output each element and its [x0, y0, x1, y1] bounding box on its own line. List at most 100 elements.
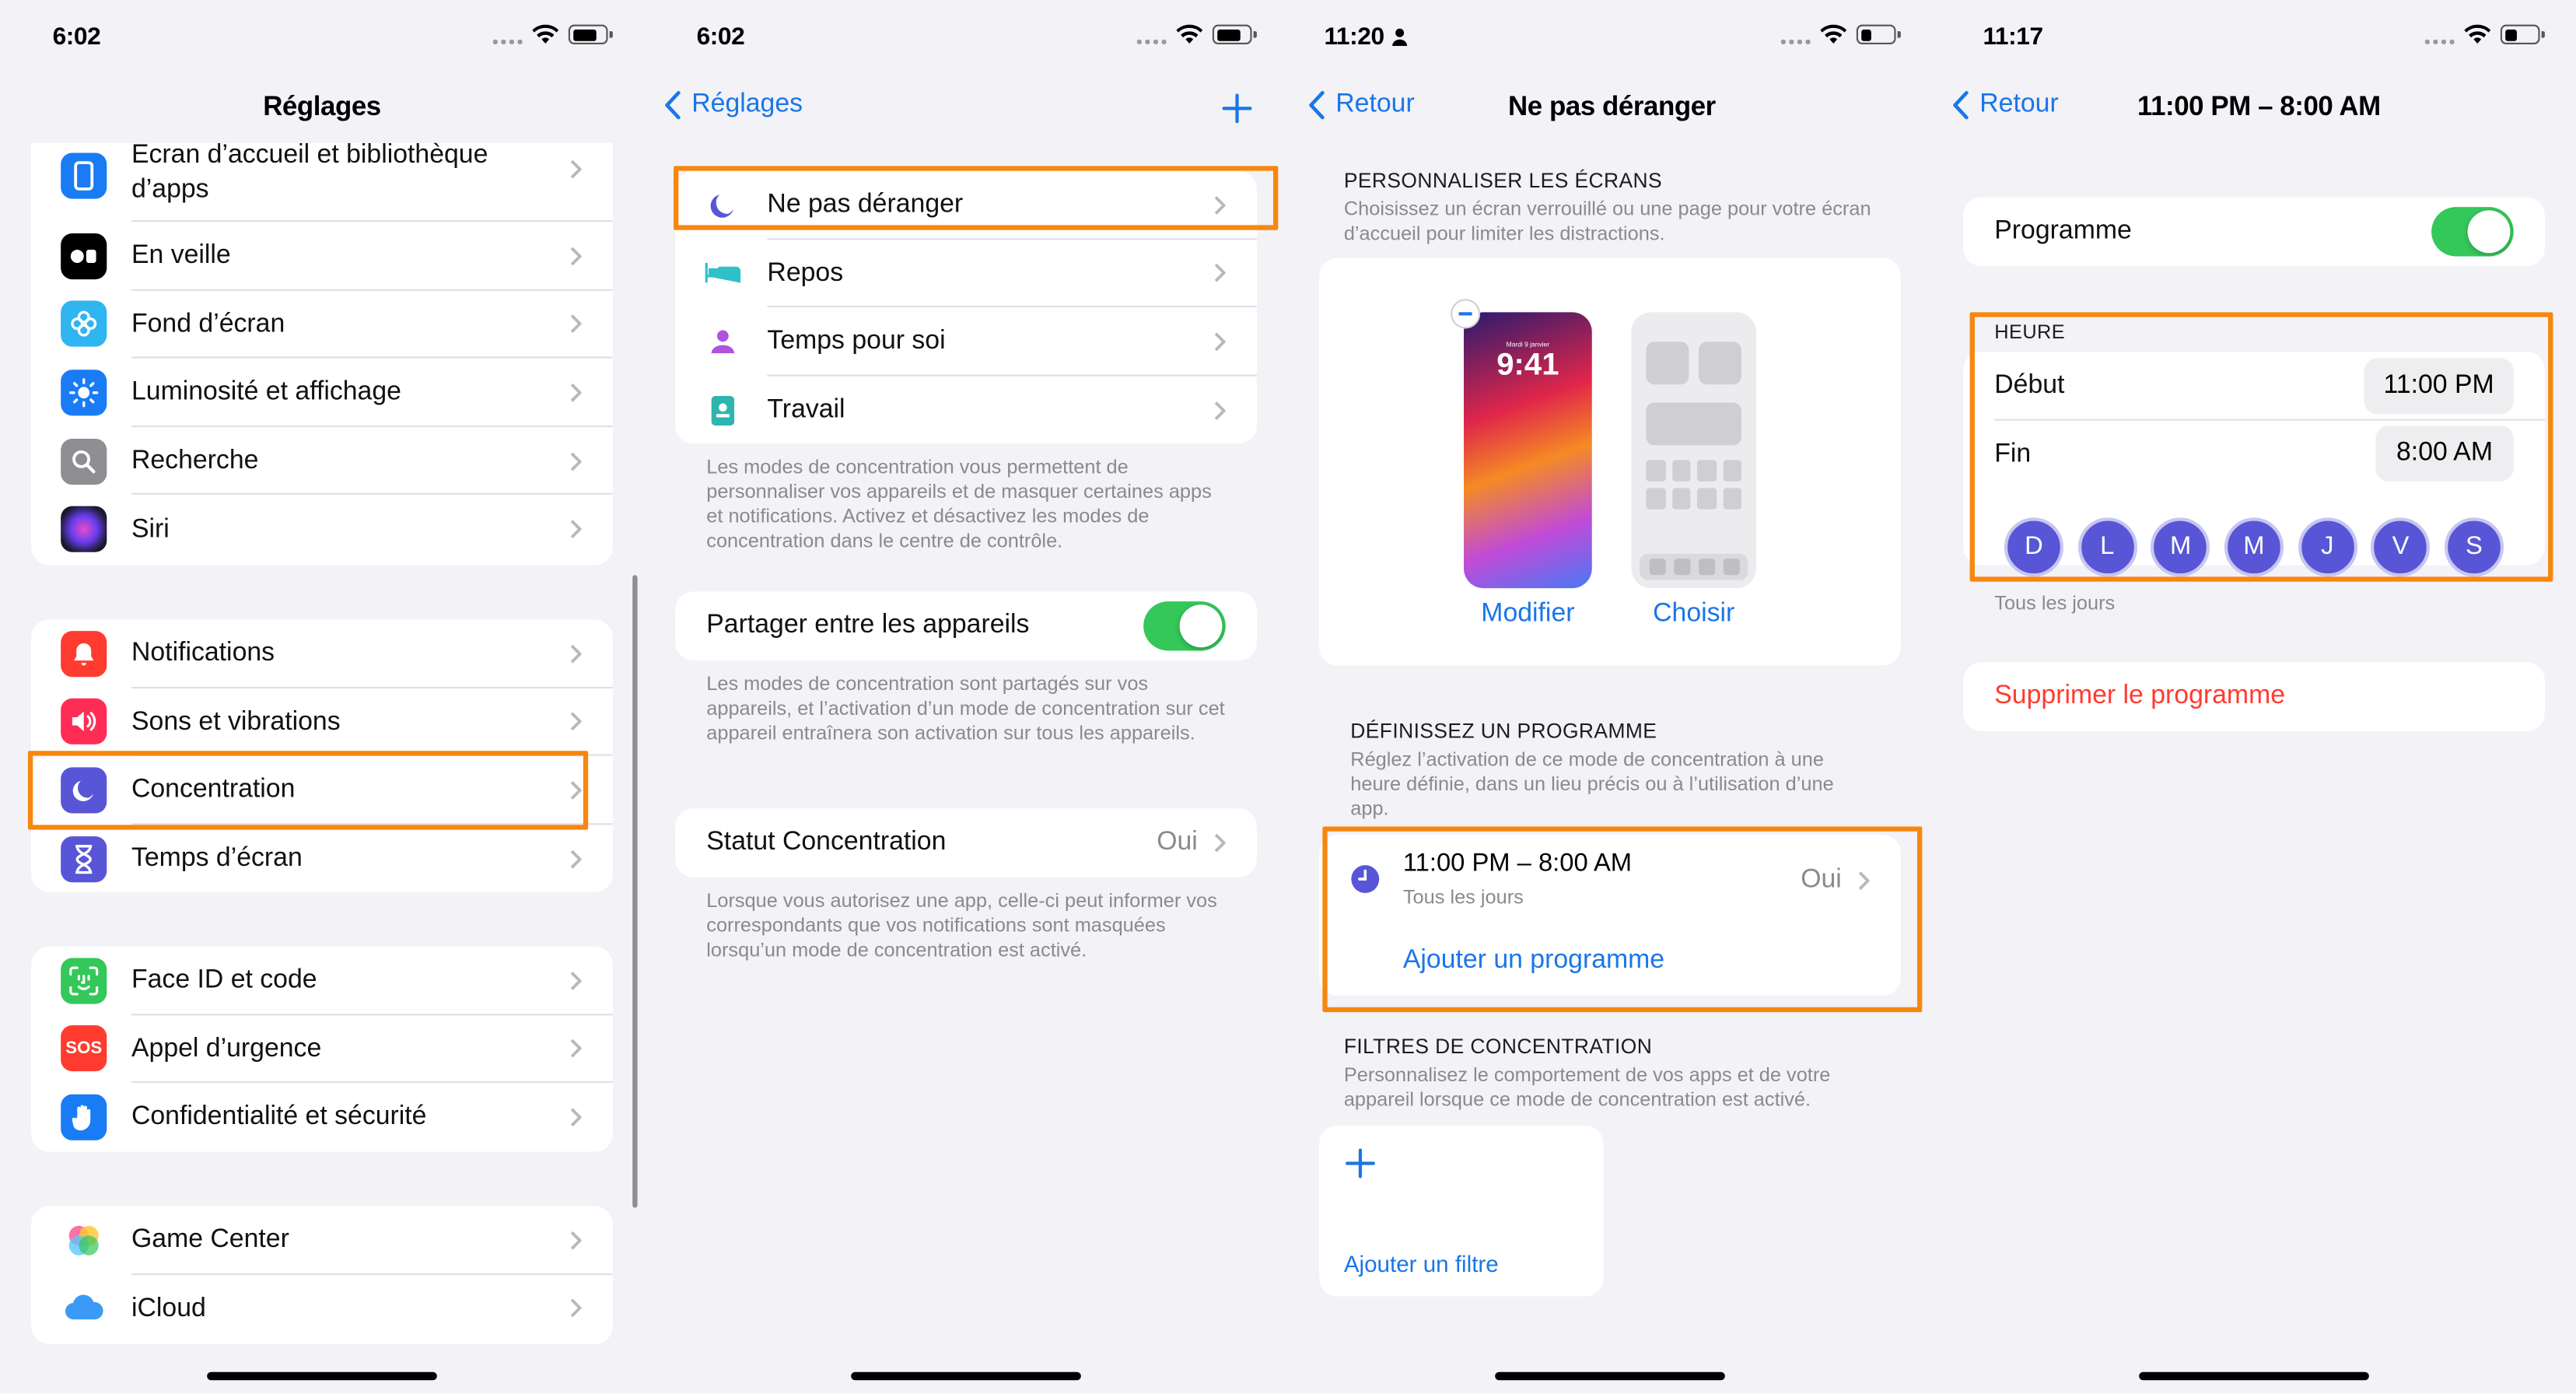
focus-mode-dnd[interactable]: Ne pas déranger [675, 171, 1257, 240]
person-icon [1391, 28, 1407, 47]
end-label: Fin [1994, 440, 2032, 468]
status-bar: 11:17 [1932, 0, 2576, 75]
status-time: 6:02 [52, 23, 101, 51]
notifications-icon [61, 630, 107, 677]
schedule-panel: 11:17 Retour 11:00 PM – 8:00 AM Programm… [1932, 0, 2576, 1394]
chevron-right-icon [1858, 871, 1870, 891]
settings-item-wallpaper[interactable]: Fond d’écran [31, 290, 613, 359]
share-devices-toggle[interactable] [1143, 601, 1226, 651]
day-toggle[interactable]: M [2224, 517, 2284, 577]
settings-item-game-center[interactable]: Game Center [31, 1206, 613, 1275]
chevron-right-icon [570, 520, 582, 539]
settings-item-search[interactable]: Recherche [31, 427, 613, 496]
program-group: Programme [1963, 197, 2545, 267]
screens-card: Mardi 9 janvier 9:41 Modifier Choisir [1319, 257, 1901, 666]
icloud-icon [61, 1285, 107, 1332]
signal-icon [1780, 25, 1811, 45]
chevron-left-icon [1953, 91, 1969, 120]
lock-screen-preview[interactable]: Mardi 9 janvier 9:41 [1464, 312, 1592, 589]
battery-icon [2500, 24, 2544, 45]
focus-modes-list: Ne pas déranger Repos Temps pour soi Tra… [675, 170, 1257, 444]
dnd-panel: 11:20 Retour Ne pas déranger PERSONNALIS… [1288, 0, 1933, 1394]
hour-card: Début 11:00 PM Fin 8:00 AM DLMMJVS [1963, 352, 2545, 577]
status-time: 6:02 [696, 23, 745, 51]
program-toggle[interactable] [2431, 207, 2514, 257]
add-filter-card[interactable]: Ajouter un filtre [1319, 1125, 1604, 1297]
status-time: 11:20 [1324, 23, 1407, 51]
lock-screen-date: Mardi 9 janvier [1506, 340, 1550, 348]
hand-icon [61, 1094, 107, 1140]
settings-item-focus[interactable]: Concentration [31, 756, 613, 825]
choose-button[interactable]: Choisir [1631, 600, 1756, 629]
page-title: Réglages [263, 92, 381, 122]
modify-button[interactable]: Modifier [1464, 600, 1592, 629]
focus-mode-work[interactable]: Travail [675, 376, 1257, 443]
settings-item-home-screen[interactable]: Écran d’accueil et bibliothèque d’apps [31, 143, 613, 222]
day-toggle[interactable]: M [2151, 517, 2210, 577]
back-label: Réglages [691, 90, 803, 119]
settings-item-brightness[interactable]: Luminosité et affichage [31, 359, 613, 427]
home-screen-preview[interactable] [1631, 312, 1756, 589]
back-label: Retour [1335, 90, 1415, 119]
settings-item-privacy[interactable]: Confidentialité et sécurité [31, 1083, 613, 1151]
status-bar: 6:02 [644, 0, 1288, 75]
settings-item-label: Concentration [131, 776, 296, 804]
hour-group: HEURE Début 11:00 PM Fin 8:00 AM DLMMJVS [1963, 312, 2545, 578]
add-schedule-button[interactable]: Ajouter un programme [1403, 947, 1664, 976]
signal-icon [1136, 25, 1167, 45]
day-toggle[interactable]: V [2371, 517, 2431, 577]
day-toggle[interactable]: S [2444, 517, 2504, 577]
focus-mode-personal[interactable]: Temps pour soi [675, 307, 1257, 377]
back-button[interactable]: Retour [1951, 90, 2059, 120]
scrollbar[interactable] [632, 575, 638, 1208]
bed-icon [705, 263, 741, 284]
day-toggle[interactable]: D [2004, 517, 2063, 577]
settings-item-screen-time[interactable]: Temps d’écran [31, 825, 613, 892]
settings-item-label: Recherche [131, 447, 259, 475]
share-devices-row: Partager entre les appareils [675, 591, 1257, 660]
delete-schedule-button[interactable]: Supprimer le programme [1963, 662, 2545, 730]
wifi-icon [532, 24, 559, 44]
section-header: DÉFINISSEZ UN PROGRAMME [1350, 720, 1657, 743]
hourglass-icon [61, 835, 107, 882]
settings-item-siri[interactable]: Siri [31, 496, 613, 564]
settings-item-face-id[interactable]: Face ID et code [31, 947, 613, 1015]
back-button[interactable]: Réglages [663, 90, 803, 120]
signal-icon [2424, 25, 2455, 45]
days-selector: DLMMJVS [2004, 517, 2504, 577]
settings-item-label: Game Center [131, 1226, 289, 1255]
remove-icon[interactable] [1451, 299, 1481, 329]
settings-item-standby[interactable]: En veille [31, 222, 613, 291]
day-toggle[interactable]: L [2077, 517, 2137, 577]
settings-item-label: Sons et vibrations [131, 708, 341, 737]
chevron-right-icon [570, 247, 582, 265]
end-time-picker[interactable]: 8:00 AM [2375, 426, 2514, 482]
status-description: Lorsque vous autorisez une app, celle-ci… [706, 888, 1217, 961]
home-screen-icon [61, 152, 107, 199]
add-icon[interactable] [1222, 93, 1252, 124]
chevron-right-icon [570, 781, 582, 800]
schedule-row[interactable]: 11:00 PM – 8:00 AM Tous les jours Oui [1319, 835, 1901, 928]
page-title: Ne pas déranger [1508, 92, 1716, 122]
settings-item-icloud[interactable]: iCloud [31, 1274, 613, 1343]
back-button[interactable]: Retour [1307, 90, 1415, 120]
clock-icon [1351, 865, 1380, 894]
wifi-icon [1820, 24, 1847, 44]
focus-mode-sleep[interactable]: Repos [675, 240, 1257, 308]
section-header: PERSONNALISER LES ÉCRANS [1343, 169, 1663, 193]
chevron-right-icon [570, 713, 582, 732]
settings-item-notifications[interactable]: Notifications [31, 619, 613, 688]
settings-group-4: Game Center iCloud [31, 1206, 613, 1344]
focus-status-row[interactable]: Statut Concentration Oui [675, 808, 1257, 877]
settings-item-emergency[interactable]: SOS Appel d’urgence [31, 1015, 613, 1084]
moon-icon [710, 194, 734, 218]
face-id-icon [61, 958, 107, 1004]
start-time-picker[interactable]: 11:00 PM [2364, 358, 2514, 414]
chevron-right-icon [1214, 332, 1226, 352]
settings-item-sounds[interactable]: Sons et vibrations [31, 688, 613, 757]
chevron-right-icon [1214, 833, 1226, 853]
battery-icon [568, 24, 612, 45]
chevron-right-icon [570, 1231, 582, 1250]
day-toggle[interactable]: J [2298, 517, 2357, 577]
home-indicator [1495, 1371, 1725, 1381]
